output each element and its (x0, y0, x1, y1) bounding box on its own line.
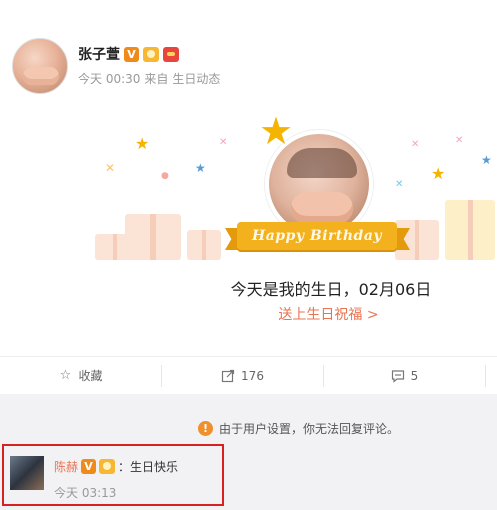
post-header: 张子萱 V 今天 00:30 来自 生日动态 (12, 38, 482, 98)
send-wishes-link[interactable]: 送上生日祝福 > (0, 304, 497, 324)
notice-text: 由于用户设置，你无法回复评论。 (219, 422, 400, 436)
sparkle-icon: ✕ (395, 179, 404, 190)
gift-box-icon (445, 200, 495, 260)
sparkle-icon: ● (161, 171, 169, 181)
star-icon: ★ (431, 164, 446, 183)
red-envelope-icon[interactable] (163, 46, 179, 62)
gift-box-icon (125, 214, 181, 260)
warning-icon: ! (198, 421, 213, 436)
ribbon-banner: Happy Birthday (237, 222, 397, 250)
commenter-avatar[interactable] (10, 456, 44, 490)
repost-button[interactable]: 176 (161, 364, 323, 387)
comment-section: ! 由于用户设置，你无法回复评论。 陈赫 V ：生日快乐 今天 03:13 (0, 394, 497, 510)
verified-badge-icon[interactable]: V (81, 459, 97, 474)
sparkle-icon: ✕ (455, 135, 464, 146)
post-meta: 今天 00:30 来自 生日动态 (78, 70, 220, 87)
birthday-card: ★ ★ ✕ ✕ ● ✕ ★ ✕ ★ ✕ ★ Happy Birthday (95, 110, 495, 270)
ribbon-text: Happy Birthday (251, 228, 383, 244)
sparkle-icon: ✕ (105, 161, 116, 175)
comment-line: 陈赫 V ：生日快乐 (54, 458, 178, 475)
comment-item: 陈赫 V ：生日快乐 今天 03:13 (2, 444, 224, 506)
reply-restricted-notice: ! 由于用户设置，你无法回复评论。 (198, 420, 399, 437)
post-source[interactable]: 生日动态 (172, 70, 220, 87)
comment-count: 5 (410, 368, 419, 383)
star-icon: ★ (135, 134, 150, 153)
repost-icon (221, 369, 235, 383)
happy-birthday-ribbon: Happy Birthday (225, 222, 410, 254)
favorite-button[interactable]: ☆ 收藏 (0, 365, 161, 387)
commenter-name[interactable]: 陈赫 (54, 458, 78, 475)
sparkle-icon: ✕ (411, 139, 420, 150)
fan-badge-icon[interactable] (99, 459, 116, 474)
post-time[interactable]: 今天 00:30 (78, 70, 140, 87)
like-button[interactable] (485, 364, 497, 387)
author-name[interactable]: 张子萱 (78, 44, 120, 64)
fan-badge-icon[interactable] (143, 46, 159, 62)
action-bar: ☆ 收藏 176 5 (0, 356, 497, 394)
source-prefix: 来自 (144, 72, 169, 86)
comment-button[interactable]: 5 (323, 364, 485, 387)
birthday-message: 今天是我的生日，02月06日 (230, 280, 432, 299)
star-icon: ★ (259, 109, 294, 153)
star-icon: ★ (481, 153, 492, 167)
favorite-label: 收藏 (78, 369, 103, 383)
comment-time: 今天 03:13 (54, 486, 117, 500)
author-line: 张子萱 V (78, 44, 179, 64)
comment-text: ：生日快乐 (118, 460, 179, 474)
comment-icon (391, 369, 405, 383)
author-avatar[interactable] (12, 38, 68, 94)
repost-count: 176 (241, 368, 264, 383)
star-icon: ★ (195, 161, 206, 175)
star-outline-icon: ☆ (59, 367, 72, 383)
gift-box-icon (187, 230, 221, 260)
verified-badge-icon[interactable]: V (124, 46, 139, 62)
sparkle-icon: ✕ (219, 137, 228, 148)
